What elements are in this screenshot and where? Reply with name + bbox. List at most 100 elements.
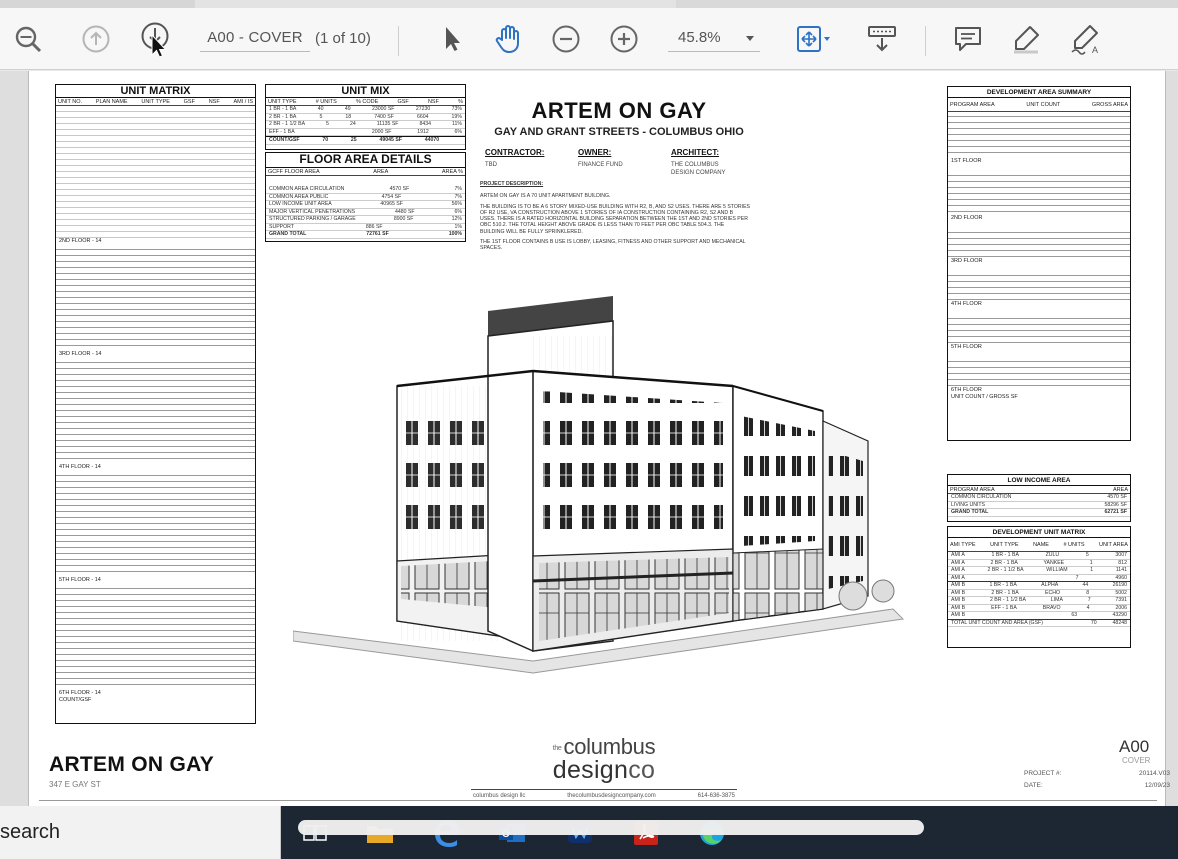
table-row: COMMON CIRCULATION 4570 SF — [948, 494, 1130, 502]
table-row: AMI A 2 BR - 1 BA YANKEE 1 812 — [948, 559, 1130, 567]
table-cell: 5 — [326, 121, 329, 127]
floor-section-label: 2ND FLOOR - 14 — [59, 238, 102, 244]
col-header: AMI / IS — [233, 98, 253, 105]
table-cell: 73% — [451, 106, 462, 112]
unit-matrix-table: UNIT MATRIX UNIT NO. PLAN NAME UNIT TYPE… — [55, 84, 256, 724]
table-cell: 44070 — [424, 137, 440, 143]
table-cell: AMI B — [951, 604, 966, 611]
table-cell: ALPHA — [1041, 582, 1059, 588]
table-cell: 1 — [1089, 559, 1093, 566]
table-cell: EFF - 1 BA — [269, 128, 295, 135]
sheet-name: COVER — [1122, 756, 1151, 765]
table-cell: 27230 — [415, 106, 431, 112]
table-cell: 48248 — [1112, 619, 1127, 626]
hand-tool-icon[interactable] — [490, 8, 528, 70]
taskbar-search-box[interactable]: search — [0, 806, 281, 859]
dev-unit-header: AMI TYPE UNIT TYPE NAME # UNITS UNIT ARE… — [948, 538, 1130, 552]
table-cell: 886 SF — [365, 223, 383, 230]
table-row: 1 BR - 1 BA 40 49 23000 SF 27230 73% — [266, 106, 465, 114]
bottom-address: 347 E GAY ST — [49, 780, 101, 789]
contractor-block: CONTRACTOR: TBD — [485, 148, 569, 177]
unit-matrix-footer: COUNT/GSF — [59, 697, 92, 703]
project-subtitle: GAY AND GRANT STREETS - COLUMBUS OHIO — [494, 126, 744, 138]
dev-area-rows — [948, 271, 1130, 301]
col-header: PROGRAM AREA — [950, 486, 995, 493]
page-number-field[interactable]: A00 - COVER — [200, 24, 310, 52]
table-cell: ZULU — [1045, 552, 1060, 558]
floor-total-label: 2ND FLOOR — [951, 215, 983, 221]
table-cell: 812 — [1118, 559, 1127, 566]
table-cell: 8900 SF — [393, 216, 414, 222]
chevron-down-icon — [746, 36, 754, 41]
bottom-project-title: ARTEM ON GAY — [49, 753, 215, 776]
fit-page-icon[interactable] — [790, 8, 836, 70]
table-cell: 58296 SF — [1104, 501, 1128, 508]
table-row: TOTAL UNIT COUNT AND AREA (GSF) 70 48248 — [948, 619, 1130, 627]
table-row: COUNT/GSF 70 25 49045 SF 44070 — [266, 136, 465, 145]
dev-area-rows — [948, 112, 1130, 158]
tab[interactable] — [676, 0, 1178, 8]
tab[interactable] — [0, 0, 195, 8]
next-page-icon[interactable] — [135, 8, 175, 70]
table-cell: WILLIAM — [1046, 567, 1068, 573]
highlight-icon[interactable] — [1006, 8, 1046, 70]
table-cell: 2 BR - 1 BA — [990, 559, 1018, 566]
table-cell: LIMA — [1050, 597, 1063, 603]
table-row: SUPPORT 886 SF 1% — [266, 223, 465, 231]
table-cell: 1 BR - 1 BA — [991, 552, 1019, 558]
architect-value: THE COLUMBUS — [671, 162, 719, 168]
description-heading: PROJECT DESCRIPTION: — [480, 181, 544, 187]
table-cell: STRUCTURED PARKING / GARAGE — [269, 216, 356, 222]
table-cell: AMI B — [951, 582, 966, 588]
contractor-label: CONTRACTOR: — [485, 148, 545, 157]
table-row: AMI A 7 4960 — [948, 575, 1130, 582]
table-row: EFF - 1 BA 2000 SF 1912 6% — [266, 128, 465, 136]
table-cell: 24 — [349, 121, 356, 127]
document-viewer[interactable]: UNIT MATRIX UNIT NO. PLAN NAME UNIT TYPE… — [0, 71, 1178, 806]
table-row: AMI B 63 43290 — [948, 612, 1130, 620]
table-cell: 2006 — [1115, 604, 1127, 611]
unit-matrix-rows — [56, 584, 255, 690]
zoom-value: 45.8% — [678, 29, 721, 46]
floor-section-label: 6TH FLOOR - 14 — [59, 690, 101, 696]
col-header: UNIT TYPE — [141, 98, 170, 105]
dev-area-total: UNIT COUNT / GROSS SF — [951, 394, 1018, 400]
logo-text: design — [552, 756, 629, 784]
floor-area-title: FLOOR AREA DETAILS — [266, 153, 465, 168]
zoom-out-icon[interactable] — [548, 8, 584, 70]
table-cell: ECHO — [1045, 589, 1061, 596]
table-cell: 5002 — [1115, 589, 1127, 596]
table-cell: AMI B — [951, 612, 966, 618]
table-cell: 7 — [1087, 597, 1091, 603]
table-cell: 100% — [448, 231, 462, 237]
table-cell: COMMON AREA CIRCULATION — [269, 186, 345, 192]
zoom-level-dropdown[interactable]: 45.8% — [668, 24, 760, 52]
select-tool-icon[interactable] — [434, 8, 470, 70]
col-header: AMI TYPE — [950, 541, 976, 548]
zoom-in-icon[interactable] — [606, 8, 642, 70]
table-cell: 7% — [454, 193, 462, 200]
project-title: ARTEM ON GAY — [531, 98, 707, 123]
table-cell: 2 BR - 1 BA — [991, 589, 1019, 596]
architect-value: DESIGN COMPANY — [671, 170, 726, 176]
table-cell: 49 — [344, 106, 351, 112]
scroll-mode-icon[interactable] — [862, 8, 902, 70]
table-cell: 56% — [451, 201, 462, 207]
contractor-value: TBD — [485, 162, 497, 168]
table-cell: 3007 — [1115, 552, 1127, 558]
table-cell: 43290 — [1112, 612, 1127, 618]
floor-total-label: 4TH FLOOR — [951, 301, 982, 307]
previous-page-icon[interactable] — [78, 8, 114, 70]
description-paragraph: THE BUILDING IS TO BE A 6 STORY MIXED-US… — [480, 203, 751, 235]
search-icon[interactable] — [10, 8, 46, 70]
credits-block: CONTRACTOR: TBD OWNER: FINANCE FUND ARCHIT… — [485, 148, 755, 177]
table-row: GRAND TOTAL 62721 SF — [948, 509, 1130, 517]
dev-area-header: PROGRAM AREA UNIT COUNT GROSS AREA — [948, 98, 1130, 112]
table-cell: 72761 SF — [366, 231, 389, 237]
comment-icon[interactable] — [948, 8, 988, 70]
low-income-header: PROGRAM AREA AREA — [948, 486, 1130, 494]
col-header: NSF — [427, 98, 439, 105]
sign-icon[interactable]: A — [1064, 8, 1108, 70]
table-cell: 1 BR - 1 BA — [989, 582, 1017, 588]
unit-matrix-rows — [56, 245, 255, 351]
